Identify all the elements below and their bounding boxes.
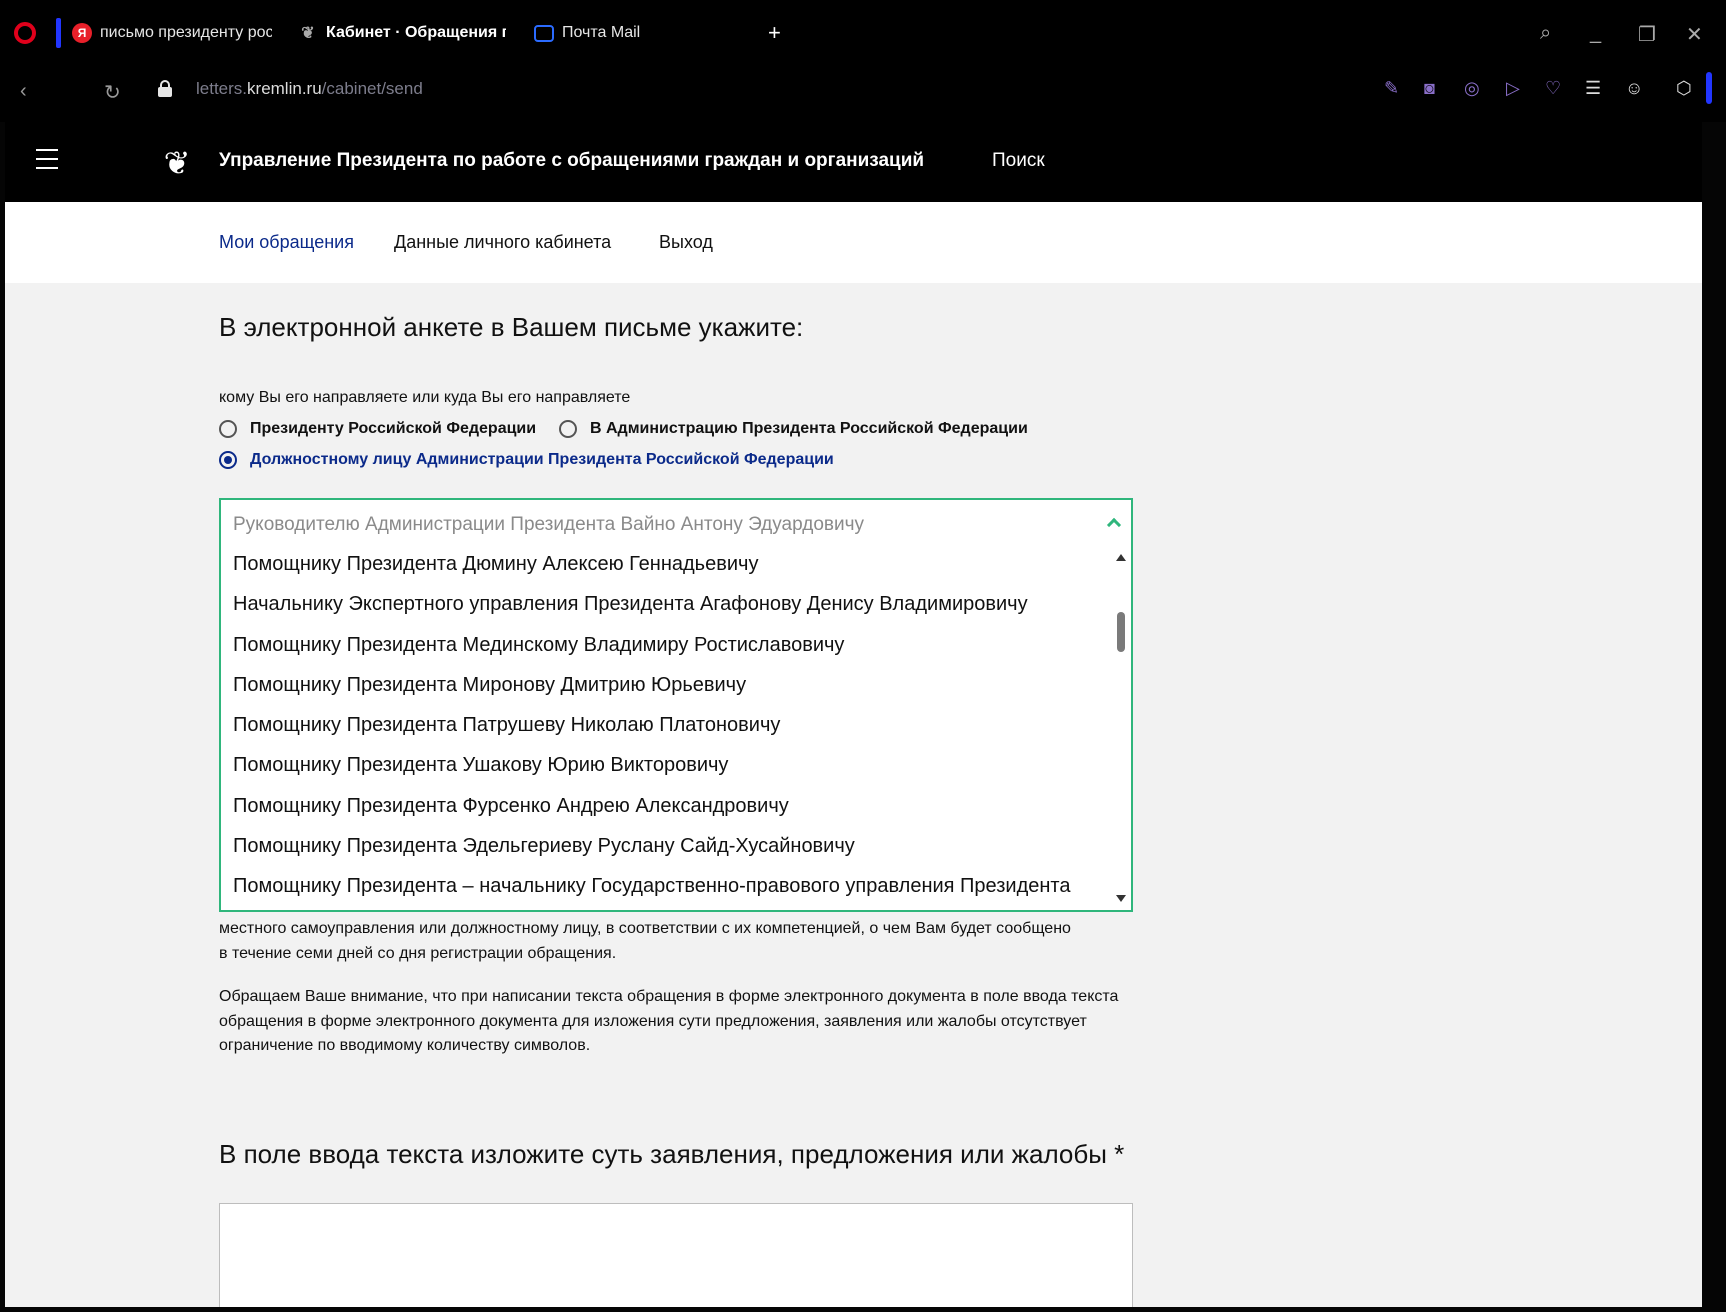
radio-label: В Администрацию Президента Российской Фе… [590, 420, 1028, 437]
attention-paragraph: Обращаем Ваше внимание, что при написани… [219, 988, 1119, 1054]
search-link[interactable]: Поиск [992, 150, 1045, 172]
select-option[interactable]: Помощнику Президента Патрушеву Николаю П… [221, 705, 1105, 745]
site-header: ❦ Управление Президента по работе с обра… [5, 122, 1702, 202]
url-host: kremlin.ru [247, 79, 322, 98]
profile-icon[interactable]: ☺ [1625, 78, 1643, 99]
tab-label: Кабинет · Обращения гр [326, 24, 506, 41]
site-title[interactable]: Управление Президента по работе с обраще… [219, 150, 924, 172]
tab-cabinet[interactable]: ❦ Кабинет · Обращения гр [298, 20, 506, 46]
shield-icon[interactable]: ◎ [1464, 78, 1480, 99]
back-icon[interactable]: ‹ [20, 80, 27, 103]
new-tab-button[interactable]: + [768, 20, 781, 46]
recipient-note: кому Вы его направляете или куда Вы его … [219, 389, 631, 406]
options-scrollbar[interactable] [1111, 550, 1129, 906]
select-options-list: Помощнику Президента Дюмину Алексею Генн… [221, 544, 1105, 910]
close-icon[interactable]: ✕ [1686, 22, 1703, 47]
box-icon[interactable]: ⬡ [1676, 78, 1692, 99]
select-option[interactable]: Помощнику Президента Фурсенко Андрею Але… [221, 786, 1105, 826]
select-option[interactable]: Помощнику Президента Мединскому Владимир… [221, 625, 1105, 665]
nav-logout[interactable]: Выход [659, 232, 713, 253]
select-option[interactable]: Начальнику Экспертного управления Презид… [221, 584, 1105, 624]
emblem-icon: ❦ [301, 25, 315, 42]
appeal-textarea[interactable] [219, 1203, 1133, 1307]
select-option[interactable]: Помощнику Президента – начальнику Госуда… [221, 866, 1105, 906]
page-scrollbar[interactable] [1702, 122, 1726, 1312]
tab-label: письмо президенту рос [100, 24, 272, 41]
scroll-up-icon[interactable] [1116, 554, 1126, 561]
radio-button[interactable] [559, 420, 577, 438]
radio-president[interactable]: Президенту Российской Федерации [219, 420, 536, 438]
select-current-value[interactable]: Руководителю Администрации Президента Ва… [233, 514, 864, 536]
reload-icon[interactable]: ↻ [104, 80, 121, 105]
mail-icon [534, 24, 554, 42]
radio-administration[interactable]: В Администрацию Президента Российской Фе… [559, 420, 1028, 438]
scroll-thumb[interactable] [1117, 612, 1125, 652]
text-field-heading: В поле ввода текста изложите суть заявле… [219, 1139, 1125, 1169]
minimize-icon[interactable]: _ [1590, 22, 1601, 45]
send-icon[interactable]: ▷ [1506, 78, 1520, 99]
tab-label: Почта Mail [562, 24, 641, 41]
page-viewport: ❦ Управление Президента по работе с обра… [5, 122, 1702, 1307]
chevron-up-icon[interactable] [1106, 517, 1122, 533]
opera-logo-icon[interactable] [14, 22, 36, 44]
cabinet-nav: Мои обращения Данные личного кабинета Вы… [5, 202, 1702, 283]
info-paragraph: местного самоуправления или должностному… [219, 917, 1139, 966]
nav-account-data[interactable]: Данные личного кабинета [394, 232, 611, 253]
radio-button[interactable] [219, 451, 237, 469]
select-option[interactable]: Помощнику Президента Эдельгериеву Руслан… [221, 826, 1105, 866]
hamburger-menu-icon[interactable] [36, 149, 58, 169]
url-path: /cabinet/send [321, 79, 423, 98]
lock-icon[interactable] [158, 80, 172, 97]
heart-icon[interactable]: ♡ [1545, 78, 1561, 99]
radio-official[interactable]: Должностному лицу Администрации Президен… [219, 451, 834, 469]
tab-mail[interactable]: Почта Mail [534, 20, 694, 46]
yandex-icon: Я [72, 23, 92, 43]
emblem-logo-icon[interactable]: ❦ [157, 144, 197, 182]
edit-icon[interactable]: ✎ [1384, 78, 1399, 99]
tab-yandex-search[interactable]: Я письмо президенту рос [72, 20, 272, 46]
info-line: местного самоуправления или должностному… [219, 920, 1071, 937]
camera-icon[interactable]: ◙ [1424, 78, 1435, 99]
radio-label: Должностному лицу Администрации Президен… [250, 451, 834, 468]
radio-label: Президенту Российской Федерации [250, 420, 537, 437]
sidebar-indicator [1706, 72, 1712, 104]
nav-my-requests[interactable]: Мои обращения [219, 232, 354, 253]
search-tabs-icon[interactable]: ⌕ [1540, 22, 1551, 45]
info-line: в течение семи дней со дня регистрации о… [219, 944, 617, 962]
select-option[interactable]: Помощнику Президента Дюмину Алексею Генн… [221, 544, 1105, 584]
browser-tab-bar: Я письмо президенту рос ❦ Кабинет · Обра… [0, 0, 1726, 66]
select-option[interactable]: Помощнику Президента Ушакову Юрию Виктор… [221, 745, 1105, 785]
radio-button[interactable] [219, 420, 237, 438]
form-heading: В электронной анкете в Вашем письме укаж… [219, 312, 804, 342]
tab-indicator [56, 18, 61, 48]
menu-lines-icon[interactable]: ☰ [1585, 78, 1601, 99]
scroll-down-icon[interactable] [1116, 895, 1126, 902]
restore-icon[interactable]: ❐ [1638, 22, 1656, 47]
official-select[interactable]: Руководителю Администрации Президента Ва… [219, 498, 1133, 912]
url-field[interactable]: letters.kremlin.ru/cabinet/send [196, 79, 423, 99]
select-option[interactable]: Помощнику Президента Миронову Дмитрию Юр… [221, 665, 1105, 705]
url-prefix: letters. [196, 79, 248, 98]
